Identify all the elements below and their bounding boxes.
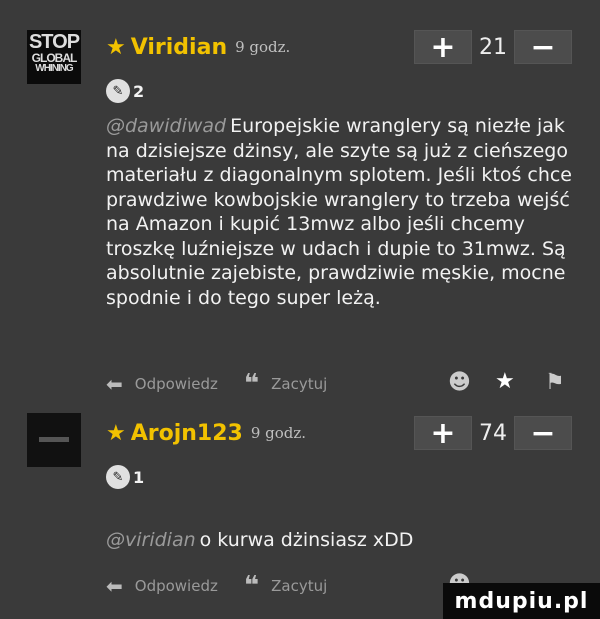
badge-icon: ✎ (106, 465, 130, 489)
vote-controls: + 21 − (414, 27, 572, 67)
quote-action[interactable]: ❝ Zacytuj (244, 573, 327, 599)
comment-body: Europejskie wranglery są niezłe jak na d… (106, 115, 573, 309)
vote-count: 74 (479, 420, 507, 446)
quote-icon: ❝ (243, 369, 260, 399)
reply-icon: ⬅ (106, 574, 123, 598)
quote-label: Zacytuj (271, 577, 328, 595)
quote-action[interactable]: ❝ Zacytuj (244, 371, 327, 397)
badge: ✎ 1 (106, 465, 144, 489)
badge-count: 1 (133, 467, 145, 487)
comment-header: ★ Viridian 9 godz. (106, 27, 290, 67)
downvote-button[interactable]: − (514, 416, 572, 451)
comment-body: o kurwa dżinsiasz xDD (199, 529, 414, 551)
emoji-icon[interactable]: ☻ (448, 370, 471, 395)
badge-icon: ✎ (106, 79, 130, 103)
quote-icon: ❝ (243, 571, 260, 601)
watermark-logo: mdupiu.pl (443, 583, 600, 619)
comment-text: @viridian o kurwa dżinsiasz xDD (106, 528, 576, 553)
comment: STOP GLOBAL WHINING ★ Viridian 9 godz. +… (0, 0, 600, 410)
reply-label: Odpowiedz (134, 577, 218, 595)
reply-icon: ⬅ (106, 372, 123, 396)
favorite-star-icon[interactable]: ★ (495, 369, 515, 394)
timestamp: 9 godz. (250, 424, 307, 442)
avatar[interactable]: STOP GLOBAL WHINING (27, 30, 81, 84)
reply-label: Odpowiedz (134, 375, 218, 393)
upvote-button[interactable]: + (414, 416, 472, 451)
upvote-button[interactable]: + (414, 30, 472, 65)
timestamp: 9 godz. (235, 38, 291, 56)
badge-count: 2 (133, 81, 145, 101)
reply-action[interactable]: ⬅ Odpowiedz (106, 372, 218, 396)
badge: ✎ 2 (106, 79, 144, 103)
avatar[interactable] (27, 413, 81, 467)
reply-action[interactable]: ⬅ Odpowiedz (106, 574, 218, 598)
comment-header: ★ Arojn123 9 godz. (106, 413, 306, 453)
vote-count: 21 (479, 34, 507, 60)
username[interactable]: Viridian (131, 35, 227, 60)
star-icon: ★ (106, 420, 126, 446)
avatar-text-line: WHINING (35, 63, 73, 74)
avatar-graphic (39, 437, 69, 442)
mention-link[interactable]: @dawidiwad (106, 115, 226, 137)
vote-controls: + 74 − (414, 413, 572, 453)
avatar-text-line: STOP (28, 31, 80, 53)
quote-label: Zacytuj (271, 375, 328, 393)
mention-link[interactable]: @viridian (106, 529, 196, 551)
username[interactable]: Arojn123 (131, 421, 243, 446)
downvote-button[interactable]: − (514, 30, 572, 65)
report-flag-icon[interactable]: ⚑ (545, 370, 565, 395)
comment-text: @dawidiwad Europejskie wranglery są niezł… (106, 114, 576, 310)
star-icon: ★ (106, 34, 126, 60)
